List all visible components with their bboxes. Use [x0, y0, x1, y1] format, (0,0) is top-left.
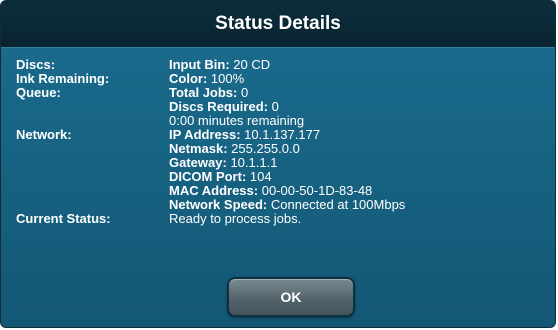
color-key: Color: [169, 71, 208, 86]
network-label: Network: [16, 127, 72, 142]
queue-row: Queue: Total Jobs: 0 Discs Required: 0 0… [16, 86, 405, 128]
dialog-title: Status Details [1, 1, 555, 48]
netmask-key: Netmask: [169, 141, 228, 156]
mac-value: 00-00-50-1D-83-48 [261, 183, 373, 198]
ok-button[interactable]: OK [227, 277, 355, 317]
time-remaining: 0:00 minutes remaining [169, 113, 305, 128]
total-jobs-key: Total Jobs: [169, 85, 238, 100]
mac-line: MAC Address: 00-00-50-1D-83-48 [169, 184, 405, 198]
color-value: 100% [210, 71, 245, 86]
network-row: Network: IP Address: 10.1.137.177 Netmas… [16, 128, 405, 212]
discs-required-value: 0 [271, 99, 279, 114]
ip-value: 10.1.137.177 [244, 127, 321, 142]
ink-row: Ink Remaining: Color: 100% [16, 72, 405, 86]
input-bin-line: Input Bin: 20 CD [169, 58, 270, 72]
total-jobs-line: Total Jobs: 0 [169, 86, 304, 100]
dicom-key: DICOM Port: [169, 169, 247, 184]
speed-key: Network Speed: [169, 197, 268, 212]
current-status-row: Current Status: Ready to process jobs. [16, 212, 405, 226]
discs-required-key: Discs Required: [169, 99, 268, 114]
discs-required-line: Discs Required: 0 [169, 100, 304, 114]
dicom-value: 104 [249, 169, 272, 184]
ink-label: Ink Remaining: [16, 71, 110, 86]
total-jobs-value: 0 [241, 85, 249, 100]
mac-key: MAC Address: [169, 183, 259, 198]
current-status-label: Current Status: [16, 211, 111, 226]
speed-line: Network Speed: Connected at 100Mbps [169, 198, 405, 212]
ip-line: IP Address: 10.1.137.177 [169, 128, 405, 142]
discs-row: Discs: Input Bin: 20 CD [16, 58, 405, 72]
status-content: Discs: Input Bin: 20 CD Ink Remaining: C… [16, 58, 405, 226]
ip-key: IP Address: [169, 127, 241, 142]
status-details-dialog: Status Details Discs: Input Bin: 20 CD I… [0, 0, 556, 328]
color-line: Color: 100% [169, 72, 244, 86]
input-bin-key: Input Bin: [169, 57, 230, 72]
gateway-key: Gateway: [169, 155, 227, 170]
netmask-value: 255.255.0.0 [231, 141, 300, 156]
netmask-line: Netmask: 255.255.0.0 [169, 142, 405, 156]
discs-label: Discs: [16, 57, 56, 72]
dicom-line: DICOM Port: 104 [169, 170, 405, 184]
current-status-value: Ready to process jobs. [169, 211, 302, 226]
speed-value: Connected at 100Mbps [270, 197, 406, 212]
input-bin-value: 20 CD [233, 57, 271, 72]
gateway-value: 10.1.1.1 [230, 155, 278, 170]
queue-label: Queue: [16, 85, 61, 100]
gateway-line: Gateway: 10.1.1.1 [169, 156, 405, 170]
